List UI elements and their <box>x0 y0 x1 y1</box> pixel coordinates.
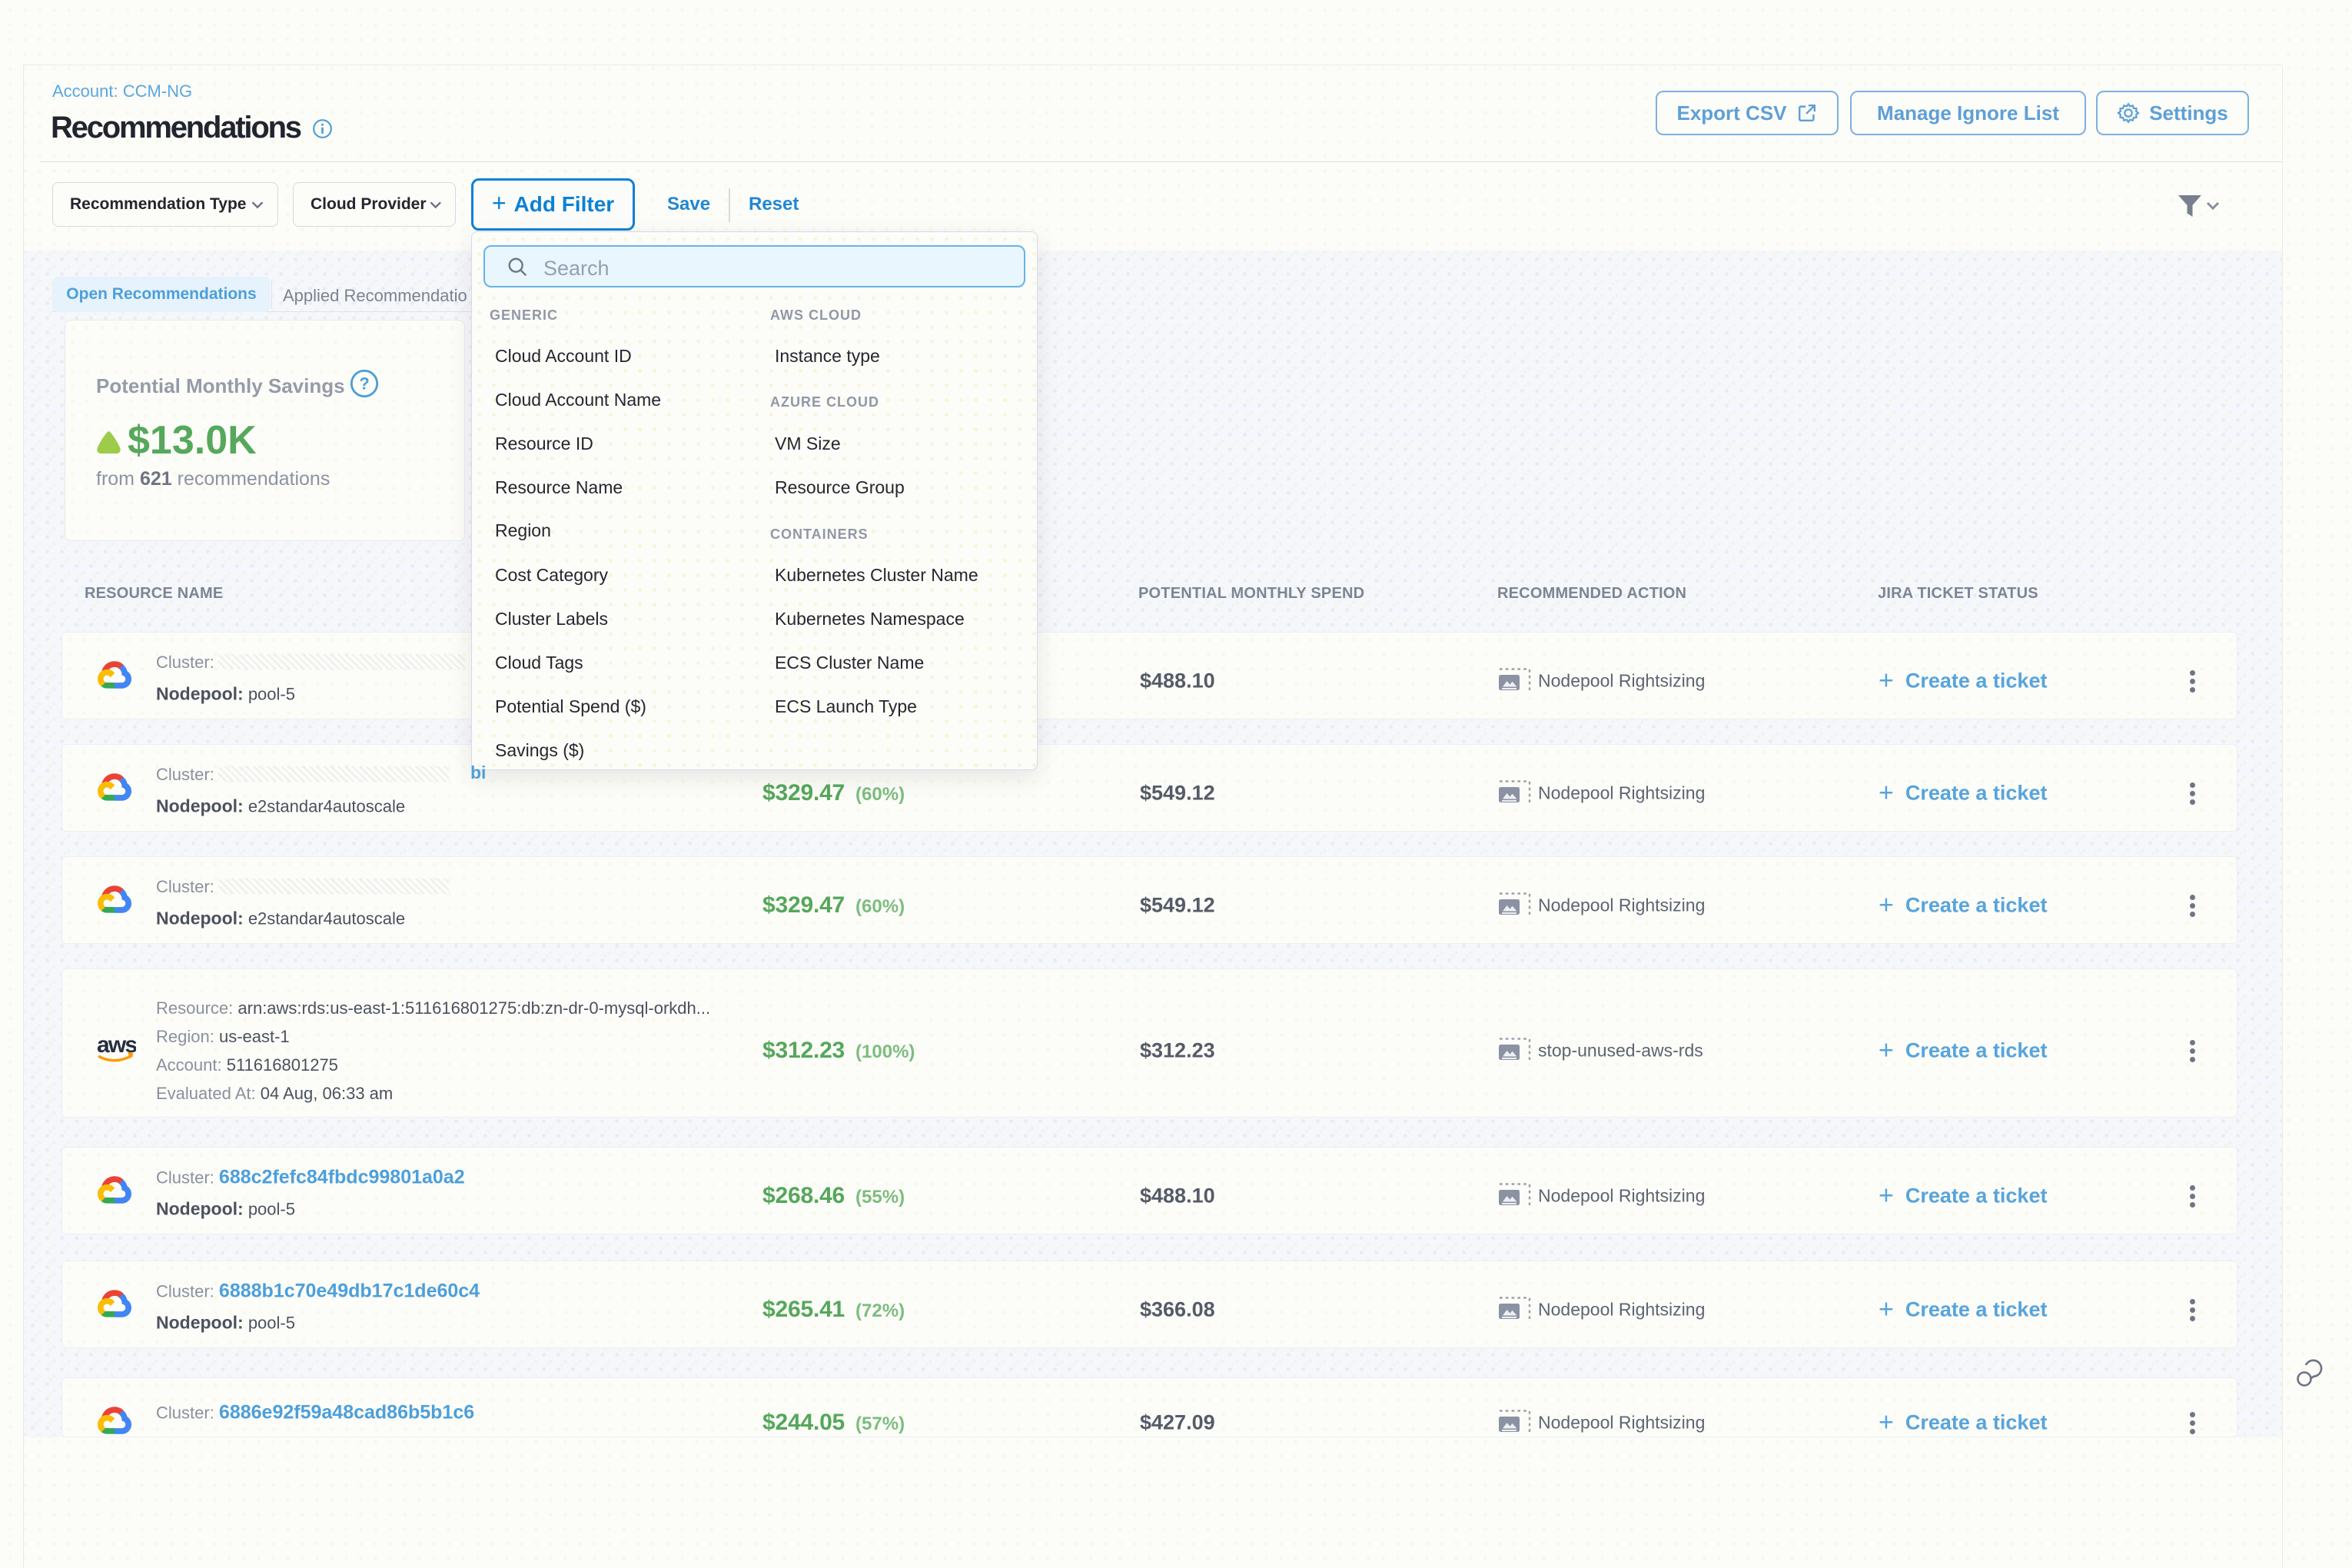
svg-text:?: ? <box>359 374 369 394</box>
